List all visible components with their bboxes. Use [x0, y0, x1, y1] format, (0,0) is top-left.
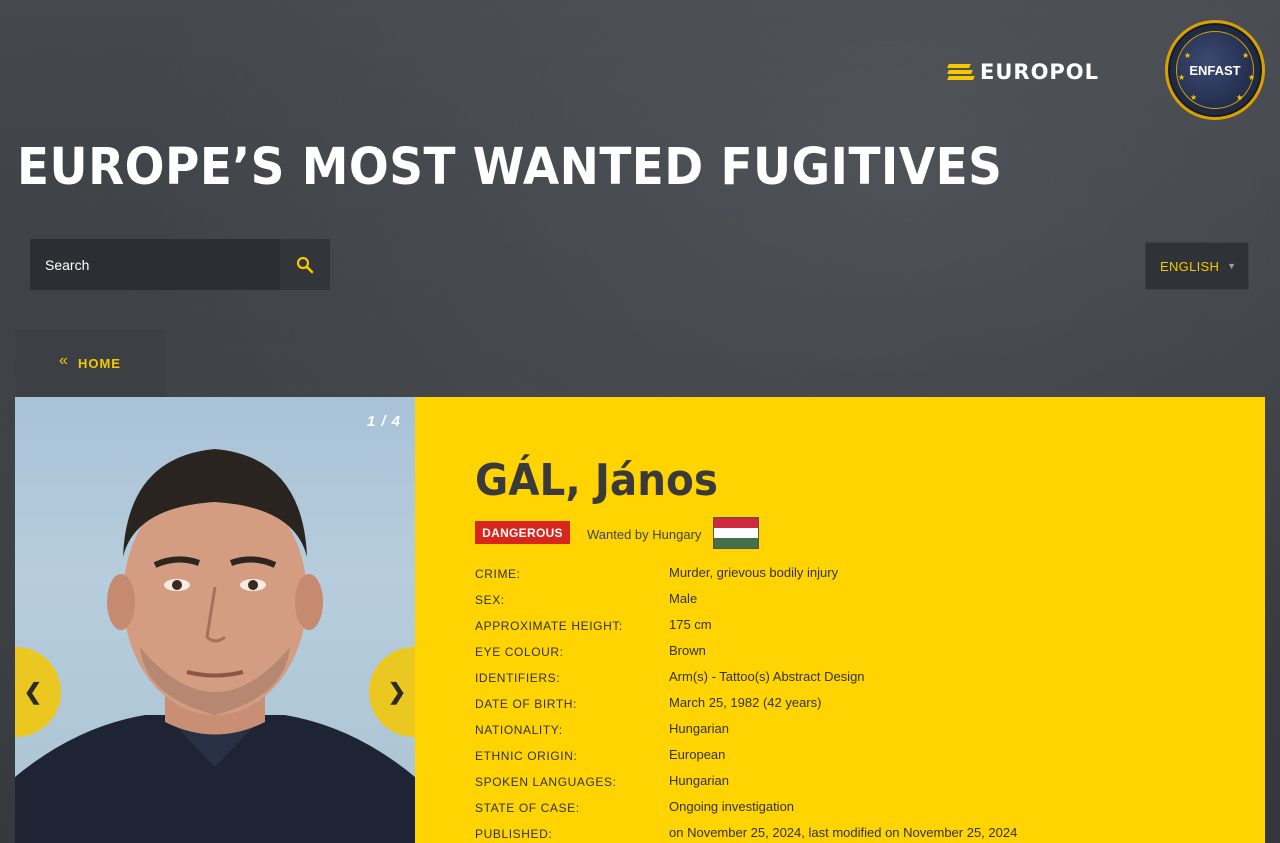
fugitive-portrait-image — [15, 449, 415, 843]
search-button[interactable] — [280, 239, 330, 290]
chevron-left-icon: ❮ — [23, 679, 43, 704]
detail-label: NATIONALITY: — [475, 723, 563, 737]
chevron-down-icon: ▼ — [1227, 261, 1236, 271]
detail-label: IDENTIFIERS: — [475, 671, 561, 685]
search-input[interactable] — [30, 239, 280, 290]
detail-label: ETHNIC ORIGIN: — [475, 749, 578, 763]
detail-value: Murder, grievous bodily injury — [669, 565, 839, 580]
detail-row-state-of-case: STATE OF CASE: Ongoing investigation — [475, 799, 1175, 825]
fugitive-details: CRIME: Murder, grievous bodily injury SE… — [475, 565, 1175, 843]
detail-row-crime: CRIME: Murder, grievous bodily injury — [475, 565, 1175, 591]
detail-value: Ongoing investigation — [669, 799, 795, 814]
fugitive-info-panel: GÁL, János DANGEROUS Wanted by Hungary C… — [415, 397, 1265, 843]
detail-value: on November 25, 2024, last modified on N… — [669, 825, 1018, 840]
star-icon: ★ — [1178, 73, 1186, 82]
detail-row-sex: SEX: Male — [475, 591, 1175, 617]
language-select[interactable]: ENGLISH ▼ — [1145, 242, 1249, 290]
fugitive-photo: 1 / 4 ❮ ❯ — [15, 397, 415, 843]
detail-value: Arm(s) - Tattoo(s) Abstract Design — [669, 669, 865, 684]
detail-row-eye-colour: EYE COLOUR: Brown — [475, 643, 1175, 669]
star-icon: ★ — [1242, 51, 1250, 60]
enfast-logo-text: ENFAST — [1189, 62, 1241, 78]
enfast-logo[interactable]: ★ ★ ★ ★ ★ ★ ENFAST — [1165, 20, 1265, 120]
europol-logo[interactable]: EUROPOL — [947, 58, 1124, 86]
star-icon: ★ — [1248, 73, 1256, 82]
detail-label: EYE COLOUR: — [475, 645, 564, 659]
detail-value: Hungarian — [669, 721, 729, 736]
detail-label: APPROXIMATE HEIGHT: — [475, 619, 623, 633]
detail-value: 175 cm — [669, 617, 712, 632]
home-link[interactable]: « HOME — [15, 330, 165, 397]
detail-label: DATE OF BIRTH: — [475, 697, 577, 711]
hungary-flag-icon — [713, 517, 759, 549]
detail-label: PUBLISHED: — [475, 827, 553, 841]
detail-label: SEX: — [475, 593, 505, 607]
detail-label: STATE OF CASE: — [475, 801, 580, 815]
star-icon: ★ — [1190, 93, 1198, 102]
detail-value: Brown — [669, 643, 706, 658]
europol-logo-text: EUROPOL — [980, 60, 1100, 84]
detail-row-nationality: NATIONALITY: Hungarian — [475, 721, 1175, 747]
search-icon — [296, 256, 314, 273]
detail-value: Hungarian — [669, 773, 729, 788]
detail-row-height: APPROXIMATE HEIGHT: 175 cm — [475, 617, 1175, 643]
detail-row-identifiers: IDENTIFIERS: Arm(s) - Tattoo(s) Abstract… — [475, 669, 1175, 695]
detail-row-date-of-birth: DATE OF BIRTH: March 25, 1982 (42 years) — [475, 695, 1175, 721]
star-icon: ★ — [1184, 51, 1192, 60]
europol-mark-icon — [947, 63, 975, 81]
page-title: EUROPE’S MOST WANTED FUGITIVES — [17, 138, 1003, 197]
dangerous-badge: DANGEROUS — [475, 521, 570, 544]
wanted-by-label: Wanted by Hungary — [587, 527, 702, 542]
language-selected-label: ENGLISH — [1160, 258, 1220, 274]
fugitive-name: GÁL, János — [475, 455, 718, 506]
detail-value: European — [669, 747, 726, 762]
detail-label: CRIME: — [475, 567, 521, 581]
double-chevron-left-icon: « — [59, 351, 68, 369]
detail-row-spoken-languages: SPOKEN LANGUAGES: Hungarian — [475, 773, 1175, 799]
photo-counter: 1 / 4 — [366, 413, 401, 430]
search-box — [30, 239, 330, 290]
detail-value: March 25, 1982 (42 years) — [669, 695, 822, 710]
star-icon: ★ — [1236, 93, 1244, 102]
detail-value: Male — [669, 591, 698, 606]
home-label: HOME — [77, 356, 121, 371]
detail-row-ethnic-origin: ETHNIC ORIGIN: European — [475, 747, 1175, 773]
detail-row-published: PUBLISHED: on November 25, 2024, last mo… — [475, 825, 1175, 843]
chevron-right-icon: ❯ — [387, 679, 407, 704]
detail-label: SPOKEN LANGUAGES: — [475, 775, 617, 789]
